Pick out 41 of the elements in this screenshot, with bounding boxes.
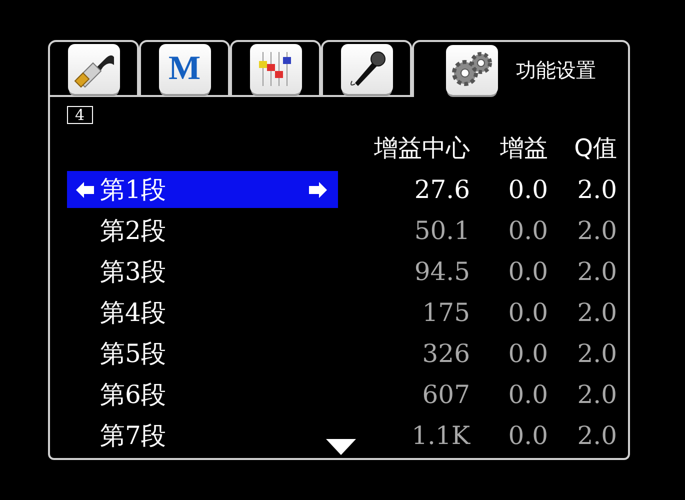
table-cell: 2.0	[577, 174, 617, 204]
band-item[interactable]: 第1段	[67, 171, 338, 208]
table-cell: 2.0	[577, 338, 617, 368]
column-header: 增益中心	[374, 133, 470, 164]
column-header: 增益	[500, 133, 548, 164]
left-arrow-icon[interactable]	[75, 180, 95, 198]
scroll-down-icon	[326, 439, 356, 455]
band-item[interactable]: 第4段	[67, 294, 338, 331]
table-cell: 94.5	[414, 256, 470, 286]
table-cell: 2.0	[577, 420, 617, 450]
table-cell: 1.1K	[412, 420, 470, 450]
table-cell: 2.0	[577, 298, 617, 328]
table-cell: 326	[422, 338, 470, 368]
band-item[interactable]: 第3段	[67, 253, 338, 290]
table-cell: 0.0	[508, 338, 548, 368]
table-cell: 27.6	[414, 174, 470, 204]
table-cell: 2.0	[577, 256, 617, 286]
tab[interactable]: 功能设置	[412, 40, 630, 97]
tab[interactable]: M	[139, 40, 230, 97]
band-item[interactable]: 第7段	[67, 417, 338, 454]
band-item[interactable]: 第6段	[67, 376, 338, 413]
table-cell: 2.0	[577, 380, 617, 410]
letter-m-icon: M	[168, 52, 201, 86]
table-cell: 2.0	[577, 216, 617, 246]
table-cell: 607	[422, 380, 470, 410]
table-cell: 0.0	[508, 420, 548, 450]
tab[interactable]	[230, 40, 321, 97]
table-cell: 50.1	[414, 216, 470, 246]
tab[interactable]	[321, 40, 412, 97]
table-cell: 0.0	[508, 256, 548, 286]
table-cell: 0.0	[508, 216, 548, 246]
table-cell: 175	[422, 298, 470, 328]
table-cell: 0.0	[508, 298, 548, 328]
page-indicator: 4	[67, 106, 93, 124]
right-arrow-icon[interactable]	[308, 180, 328, 198]
table-cell: 0.0	[508, 380, 548, 410]
column-header: Q值	[574, 133, 617, 164]
band-item[interactable]: 第5段	[67, 335, 338, 372]
band-item[interactable]: 第2段	[67, 212, 338, 249]
table-cell: 0.0	[508, 174, 548, 204]
tab[interactable]	[48, 40, 139, 97]
